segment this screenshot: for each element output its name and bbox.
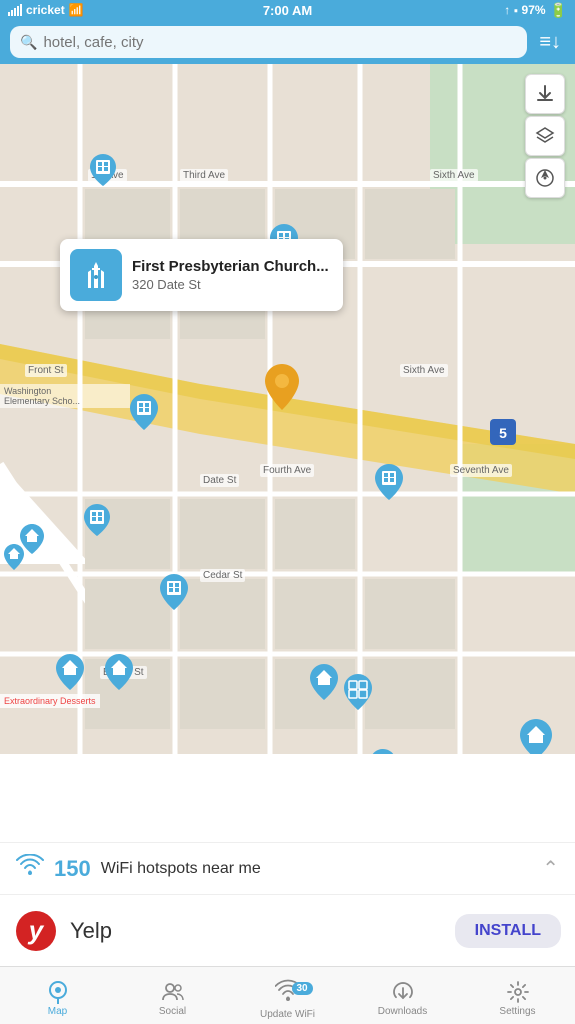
tab-downloads-label: Downloads [378, 1006, 427, 1017]
map-pin-4[interactable] [160, 574, 188, 615]
street-label-6th: Sixth Ave [430, 169, 478, 182]
status-bar: cricket 📶 7:00 AM ↑ ⬝ 97% 🔋 [0, 0, 575, 20]
wifi-icon [16, 854, 44, 883]
svg-text:5: 5 [499, 425, 507, 441]
social-tab-icon [161, 980, 185, 1004]
map-pin-3[interactable] [375, 464, 403, 505]
carrier-name: cricket [26, 3, 65, 17]
layers-icon [535, 126, 555, 146]
map-area[interactable]: 5 1st Ave Third Ave Sixth Ave Date St Ce… [0, 64, 575, 754]
download-icon [535, 84, 555, 104]
poi-icon-box [70, 249, 122, 301]
church-icon [81, 260, 111, 290]
tab-map-label: Map [48, 1006, 67, 1017]
settings-tab-icon [506, 980, 530, 1004]
wifi-label: WiFi hotspots near me [101, 860, 533, 878]
compass-icon [535, 168, 555, 188]
search-icon: 🔍 [20, 34, 37, 51]
street-label-cedar: Cedar St [200, 569, 245, 582]
poi-name: First Presbyterian Church... [132, 258, 329, 275]
battery-percentage: 97% [522, 3, 546, 17]
street-label-6th2: Sixth Ave [400, 364, 448, 377]
tab-downloads[interactable]: Downloads [345, 967, 460, 1024]
map-pin-2[interactable] [130, 394, 158, 435]
wifi-count-bar[interactable]: 150 WiFi hotspots near me ⌃ [0, 842, 575, 894]
street-label-date: Date St [200, 474, 239, 487]
location-icon: ↑ [504, 3, 510, 17]
status-time: 7:00 AM [263, 3, 312, 18]
search-bar: 🔍 ≡↓ [0, 20, 575, 64]
bluetooth-icon: ⬝ [514, 3, 517, 18]
yelp-logo: y [14, 909, 58, 953]
tab-settings[interactable]: Settings [460, 967, 575, 1024]
map-pin-tools[interactable]: ✕ [370, 749, 396, 754]
tab-update-wifi[interactable]: 30 Update WiFi [230, 967, 345, 1024]
poi-text: First Presbyterian Church... 320 Date St [132, 258, 329, 292]
status-left: cricket 📶 [8, 3, 84, 17]
status-right: ↑ ⬝ 97% 🔋 [504, 2, 567, 19]
map-pin-house-2[interactable] [105, 654, 133, 695]
tab-settings-label: Settings [499, 1006, 535, 1017]
poi-address: 320 Date St [132, 277, 329, 292]
svg-text:y: y [27, 915, 45, 945]
street-label-front: Front St [25, 364, 67, 377]
yelp-brand: Yelp [70, 918, 443, 944]
school-label: WashingtonElementary Scho... [0, 384, 130, 408]
search-wrapper[interactable]: 🔍 [10, 26, 527, 58]
wifi-status-icon: 📶 [69, 3, 84, 17]
signal-icon [8, 4, 22, 16]
downloads-tab-icon [391, 980, 415, 1004]
tab-social[interactable]: Social [115, 967, 230, 1024]
map-pin-house-large[interactable] [520, 719, 552, 754]
battery-icon: 🔋 [550, 2, 567, 19]
chevron-up-icon[interactable]: ⌃ [542, 856, 559, 881]
filter-button[interactable]: ≡↓ [535, 27, 565, 58]
map-pin-bld-2[interactable] [84, 504, 110, 541]
search-input[interactable] [43, 34, 517, 51]
download-control[interactable] [525, 74, 565, 114]
street-label-7th: Seventh Ave [450, 464, 512, 477]
tab-update-wifi-label: Update WiFi [260, 1009, 315, 1020]
map-pin-orange[interactable] [265, 364, 299, 415]
tab-map[interactable]: Map [0, 967, 115, 1024]
map-pin-small-2[interactable] [4, 544, 24, 575]
tab-social-label: Social [159, 1006, 186, 1017]
map-controls [525, 74, 565, 198]
dessert-label: Extraordinary Desserts [0, 694, 100, 708]
map-pin-grid-1[interactable] [344, 674, 372, 715]
street-label-4th: Fourth Ave [260, 464, 314, 477]
layers-control[interactable] [525, 116, 565, 156]
map-pin-house-1[interactable] [56, 654, 84, 695]
tab-bar: Map Social 30 Update WiFi [0, 966, 575, 1024]
map-tab-icon [46, 980, 70, 1004]
bottom-panel: 150 WiFi hotspots near me ⌃ y Yelp INSTA… [0, 842, 575, 966]
wifi-count: 150 [54, 856, 91, 882]
ad-banner: y Yelp INSTALL [0, 894, 575, 966]
install-button[interactable]: INSTALL [455, 914, 561, 948]
poi-popup[interactable]: First Presbyterian Church... 320 Date St [60, 239, 343, 311]
location-control[interactable] [525, 158, 565, 198]
map-pin-house-3[interactable] [310, 664, 338, 705]
street-label-3rd: Third Ave [180, 169, 228, 182]
wifi-badge: 30 [292, 982, 313, 995]
map-pin-bld-1[interactable] [90, 154, 116, 191]
